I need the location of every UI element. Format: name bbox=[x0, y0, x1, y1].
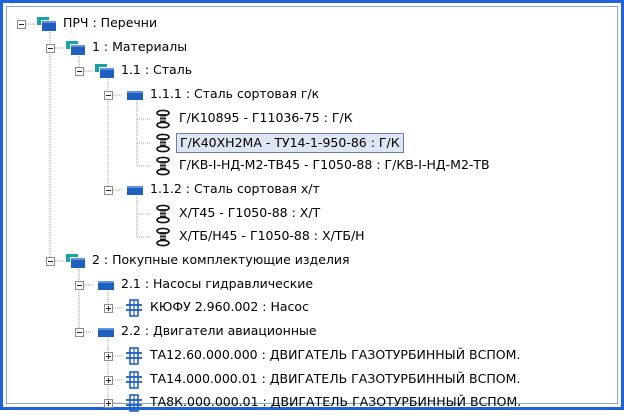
tree-window: ПРЧ : Перечни 1 : Материалы 1.1 : Сталь … bbox=[0, 0, 624, 412]
folder-icon bbox=[94, 275, 116, 295]
tree-node-label[interactable]: 2.1 : Насосы гидравлические bbox=[118, 275, 316, 293]
tree-node-label[interactable]: 2.2 : Двигатели авиационные bbox=[118, 322, 320, 340]
collapse-toggle[interactable] bbox=[75, 281, 84, 290]
expand-toggle[interactable] bbox=[104, 376, 113, 385]
tree-node-label[interactable]: 1.1 : Сталь bbox=[118, 61, 195, 79]
collapse-toggle[interactable] bbox=[46, 257, 55, 266]
tree-node-label[interactable]: ТА12.60.000.000 : ДВИГАТЕЛЬ ГАЗОТУРБИННЫ… bbox=[147, 346, 523, 364]
tree-node-label[interactable]: КЮФУ 2.960.002 : Насос bbox=[147, 298, 312, 316]
tree-node-label[interactable]: 1.1.2 : Сталь сортовая х/т bbox=[147, 180, 323, 198]
folder-icon bbox=[94, 322, 116, 342]
tree-node-label[interactable]: 1 : Материалы bbox=[89, 38, 190, 56]
collapse-toggle[interactable] bbox=[104, 91, 113, 100]
tree-node-label[interactable]: ТА8К.000.000.01 : ДВИГАТЕЛЬ ГАЗОТУРБИННЫ… bbox=[147, 393, 524, 411]
tree-node-label[interactable]: 2 : Покупные комплектующие изделия bbox=[89, 251, 353, 269]
folder-icon bbox=[123, 180, 145, 200]
collapse-toggle[interactable] bbox=[46, 44, 55, 53]
collapse-toggle[interactable] bbox=[75, 328, 84, 337]
assembly-icon bbox=[123, 393, 145, 413]
tree-node-label[interactable]: ТА14.000.000.01 : ДВИГАТЕЛЬ ГАЗОТУРБИННЫ… bbox=[147, 370, 523, 388]
assembly-icon bbox=[123, 346, 145, 366]
folder-group-icon bbox=[36, 14, 58, 34]
tree-node-label[interactable]: ПРЧ : Перечни bbox=[60, 14, 160, 32]
tree-node-label[interactable]: Х/ТБ/Н45 - Г1050-88 : Х/ТБ/Н bbox=[176, 227, 368, 245]
expand-toggle[interactable] bbox=[104, 304, 113, 313]
assembly-icon bbox=[123, 298, 145, 318]
folder-icon bbox=[123, 85, 145, 105]
material-spool-icon bbox=[152, 204, 174, 224]
material-spool-icon bbox=[152, 227, 174, 247]
collapse-toggle[interactable] bbox=[104, 186, 113, 195]
collapse-toggle[interactable] bbox=[75, 67, 84, 76]
folder-group-icon bbox=[65, 251, 87, 271]
tree-panel: ПРЧ : Перечни 1 : Материалы 1.1 : Сталь … bbox=[6, 6, 618, 412]
expand-toggle[interactable] bbox=[104, 352, 113, 361]
folder-group-icon bbox=[94, 61, 116, 81]
tree-view[interactable]: ПРЧ : Перечни 1 : Материалы 1.1 : Сталь … bbox=[7, 7, 617, 412]
material-spool-icon bbox=[152, 133, 174, 153]
material-spool-icon bbox=[152, 109, 174, 129]
collapse-toggle[interactable] bbox=[17, 20, 26, 29]
material-spool-icon bbox=[152, 156, 174, 176]
tree-node-label[interactable]: Х/Т45 - Г1050-88 : Х/Т bbox=[176, 204, 323, 222]
expand-toggle[interactable] bbox=[104, 399, 113, 408]
tree-node-label[interactable]: Г/КВ-I-НД-М2-ТВ45 - Г1050-88 : Г/КВ-I-НД… bbox=[176, 156, 493, 174]
tree-node-label-selected[interactable]: Г/К40ХН2МА - ТУ14-1-950-86 : Г/К bbox=[176, 133, 404, 153]
folder-group-icon bbox=[65, 38, 87, 58]
tree-node-label[interactable]: 1.1.1 : Сталь сортовая г/к bbox=[147, 85, 322, 103]
tree-node-label[interactable]: Г/К10895 - Г11036-75 : Г/К bbox=[176, 109, 356, 127]
assembly-icon bbox=[123, 370, 145, 390]
